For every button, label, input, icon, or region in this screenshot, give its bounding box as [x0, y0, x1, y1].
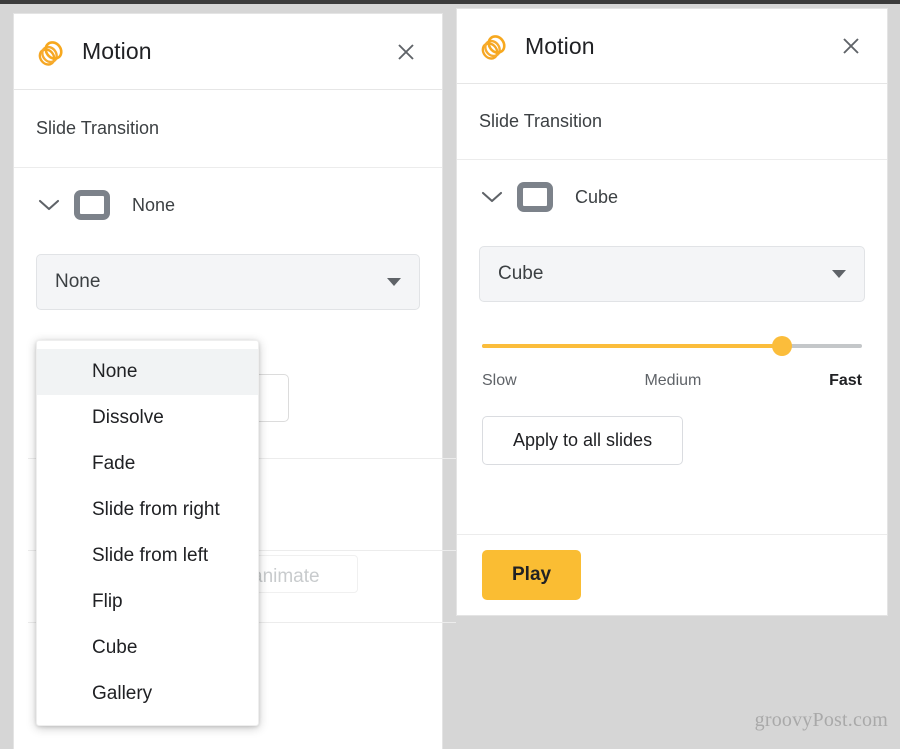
dropdown-option-fade[interactable]: Fade [37, 441, 258, 487]
top-edge-band [0, 0, 900, 4]
speed-label-row: Slow Medium Fast [482, 372, 862, 390]
close-button-right[interactable] [837, 32, 865, 60]
panel-header-left: Motion [14, 14, 442, 90]
transition-select-value-right: Cube [498, 263, 544, 284]
panel-title-right: Motion [525, 32, 595, 59]
close-icon [843, 38, 859, 54]
obscured-animate-label: animate [252, 566, 320, 587]
play-button[interactable]: Play [482, 550, 582, 600]
dropdown-option-slide-from-left[interactable]: Slide from left [37, 533, 258, 579]
transition-dropdown-menu[interactable]: None Dissolve Fade Slide from right Slid… [36, 340, 259, 726]
panel-footer-right: Play [457, 534, 887, 615]
speed-label-medium: Medium [644, 372, 702, 389]
caret-down-icon [387, 278, 401, 286]
speed-label-slow: Slow [482, 372, 517, 389]
panel-header-right: Motion [457, 9, 887, 84]
speed-slider[interactable] [482, 336, 862, 356]
dropdown-option-cube[interactable]: Cube [37, 625, 258, 671]
slide-preview-icon [517, 182, 553, 212]
caret-down-icon [832, 270, 846, 278]
dropdown-option-flip[interactable]: Flip [37, 579, 258, 625]
chevron-down-icon [481, 191, 503, 203]
dropdown-option-dissolve[interactable]: Dissolve [37, 395, 258, 441]
section-heading-left: Slide Transition [14, 90, 442, 168]
transition-select-value-left: None [55, 271, 101, 292]
dropdown-option-gallery[interactable]: Gallery [37, 671, 258, 717]
close-button-left[interactable] [392, 38, 420, 66]
panel-title-left: Motion [82, 38, 152, 64]
transition-row-left: None [14, 168, 442, 220]
transition-select-left[interactable]: None [36, 254, 420, 310]
motion-layers-icon [481, 35, 506, 60]
transition-label-left: None [132, 194, 176, 215]
dropdown-option-slide-from-right[interactable]: Slide from right [37, 487, 258, 533]
chevron-down-icon [38, 199, 60, 211]
speed-slider-area: Slow Medium Fast [482, 336, 862, 390]
chevron-down-button-right[interactable] [479, 184, 505, 210]
slider-fill [482, 344, 783, 348]
close-icon [398, 43, 414, 60]
speed-label-fast: Fast [829, 372, 862, 389]
dropdown-option-none[interactable]: None [37, 349, 258, 395]
watermark: groovyPost.com [754, 709, 888, 731]
motion-layers-icon [38, 40, 63, 66]
transition-select-wrap-right: Cube [479, 246, 865, 302]
screenshot-canvas: Motion Slide Transition None None animat… [0, 0, 900, 749]
apply-to-all-slides-button[interactable]: Apply to all slides [482, 416, 684, 465]
chevron-down-button-left[interactable] [36, 192, 62, 218]
transition-row-right: Cube [457, 160, 887, 212]
transition-select-wrap-left: None [36, 254, 420, 310]
transition-select-right[interactable]: Cube [479, 246, 865, 302]
transition-label-right: Cube [575, 186, 619, 207]
slide-preview-icon [74, 190, 110, 220]
motion-panel-right: Motion Slide Transition Cube Cube Slow M… [456, 8, 888, 616]
section-heading-right: Slide Transition [457, 84, 887, 160]
slider-thumb[interactable] [772, 336, 793, 356]
